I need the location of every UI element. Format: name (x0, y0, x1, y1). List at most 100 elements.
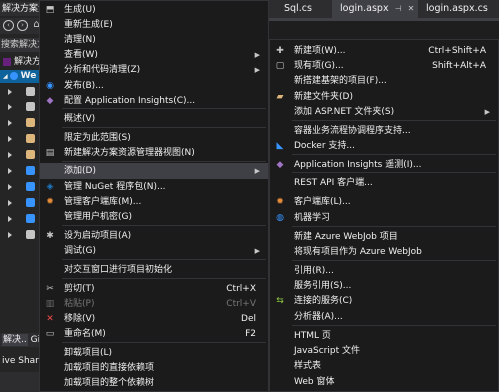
docker-icon: ◣ (276, 141, 284, 151)
menu-item-管理-nuget-程序包[interactable]: ◈ 管理 NuGet 程序包(N)... (40, 179, 268, 195)
tree-node[interactable] (8, 229, 42, 242)
tree-node[interactable] (8, 117, 42, 130)
menu-item-管理客户端库[interactable]: ✹ 管理客户端库(M)... (40, 194, 268, 210)
menu-item-容器业务流程协调程序支持[interactable]: 容器业务流程协调程序支持... (270, 123, 498, 139)
menu-item-发布[interactable]: ◉ 发布(B)... (40, 78, 268, 94)
menu-item-新建文件夹[interactable]: ▰ 新建文件夹(D) (270, 89, 498, 105)
menu-item-重新生成[interactable]: 重新生成(E) (40, 17, 268, 33)
tree-node[interactable] (8, 213, 42, 226)
menu-item-label: 设为启动项目(A) (64, 231, 132, 241)
tree-node[interactable] (8, 181, 42, 194)
tab-solution-explorer[interactable]: 解决.. (2, 334, 28, 346)
menu-item-label: 现有项(G)... (294, 61, 344, 71)
expand-icon[interactable] (8, 200, 12, 206)
menu-item-生成[interactable]: ⬒ 生成(U) (40, 2, 268, 18)
menu-separator (62, 278, 266, 279)
menu-item-新建解决方案资源管理器视图[interactable]: ▤ 新建解决方案资源管理器视图(N) (40, 145, 268, 161)
menu-item-剪切[interactable]: ✂ 剪切(T) Ctrl+X (40, 281, 268, 297)
menu-item-加载项目的直接依赖项[interactable]: 加载项目的直接依赖项 (40, 360, 268, 376)
menu-item-设为启动项目[interactable]: ✱ 设为启动项目(A) (40, 228, 268, 244)
menu-item-html-页[interactable]: HTML 页 (270, 328, 498, 344)
menu-item-rest-api-客户端[interactable]: REST API 客户端... (270, 175, 498, 191)
solution-node[interactable]: 解决方 (0, 56, 44, 69)
tab-sql-cs[interactable]: Sql.cs (276, 0, 312, 18)
menu-item-label: 新建 Azure WebJob 项目 (294, 232, 398, 242)
references-icon (26, 102, 35, 111)
menu-item-将现有项目作为-azure-webjob[interactable]: 将现有项目作为 Azure WebJob (270, 244, 498, 260)
expand-icon[interactable] (8, 232, 12, 238)
menu-item-移除[interactable]: ✕ 移除(V) Del (40, 311, 268, 327)
menu-item-引用[interactable]: 引用(R)... (270, 263, 498, 279)
tree-node[interactable] (8, 101, 42, 114)
menu-item-查看[interactable]: 查看(W) ▶ (40, 47, 268, 63)
menu-item-javascript-文件[interactable]: JavaScript 文件 (270, 343, 498, 359)
menu-item-label: Web 窗体 (294, 377, 335, 387)
project-node-selected[interactable]: ◢ We (0, 70, 44, 83)
pin-icon[interactable]: ⊣ (395, 4, 402, 13)
menu-item-label: 管理 NuGet 程序包(N)... (64, 182, 166, 192)
menu-item-对交互窗口进行项目初始化[interactable]: 对交互窗口进行项目初始化 (40, 262, 268, 278)
expand-icon[interactable] (8, 216, 12, 222)
menu-separator (62, 259, 266, 260)
solution-search-input[interactable]: 搜索解决方 (0, 38, 44, 52)
menu-item-添加[interactable]: 添加(D) ▶ (40, 163, 268, 179)
menu-item-现有项[interactable]: ▢ 现有项(G)... Shift+Alt+A (270, 58, 498, 74)
menu-item-连接的服务[interactable]: ⇆ 连接的服务(C) (270, 293, 498, 309)
menu-item-样式表[interactable]: 样式表 (270, 358, 498, 374)
menu-item-重命名[interactable]: ▭ 重命名(M) F2 (40, 326, 268, 342)
menu-item-docker-支持[interactable]: ◣ Docker 支持... (270, 138, 498, 154)
tab-login-aspx[interactable]: login.aspx ⊣ ✕ (332, 0, 418, 18)
menu-item-label: 服务引用(S)... (294, 281, 352, 291)
menu-item-粘贴[interactable]: ▥ 粘贴(P) Ctrl+V (40, 296, 268, 312)
menu-item-加载项目的整个依赖树[interactable]: 加载项目的整个依赖树 (40, 375, 268, 391)
expand-icon[interactable] (8, 168, 12, 174)
menu-item-application-insights-遥测[interactable]: ◆ Application Insights 遥测(I)... (270, 157, 498, 173)
submenu-arrow-icon: ▶ (254, 66, 260, 74)
menu-item-服务引用[interactable]: 服务引用(S)... (270, 278, 498, 294)
tree-node[interactable] (8, 86, 42, 99)
menu-item-概述[interactable]: 概述(V) (40, 111, 268, 127)
tree-node[interactable] (8, 133, 42, 146)
back-icon[interactable]: ‹ (3, 20, 14, 31)
menu-item-label: 新建项(W)... (294, 46, 346, 56)
tab-login-aspx-cs[interactable]: login.aspx.cs (418, 0, 488, 18)
expand-icon[interactable] (8, 184, 12, 190)
expand-icon[interactable] (8, 136, 12, 142)
menu-item-shortcut: Shift+Alt+A (432, 61, 486, 71)
menu-item-label: HTML 页 (294, 331, 331, 341)
menu-item-新建项[interactable]: ✚ 新建项(W)... Ctrl+Shift+A (270, 43, 498, 59)
menu-item-限定为此范围[interactable]: 限定为此范围(S) (40, 130, 268, 146)
menu-item-web-窗体[interactable]: Web 窗体 (270, 374, 498, 390)
expand-icon[interactable] (8, 152, 12, 158)
tree-node[interactable] (8, 197, 42, 210)
expand-icon[interactable] (8, 104, 12, 110)
web-project-icon (9, 71, 18, 80)
expand-icon[interactable] (8, 89, 12, 95)
menu-item-添加-asp-net-文件夹[interactable]: 添加 ASP.NET 文件夹(S) ▶ (270, 104, 498, 120)
menu-item-分析器[interactable]: 分析器(A)... (270, 309, 498, 325)
remove-icon: ✕ (46, 314, 54, 324)
folder-icon (26, 118, 35, 127)
menu-item-新建-azure-webjob-项目[interactable]: 新建 Azure WebJob 项目 (270, 229, 498, 245)
menu-item-label: 粘贴(P) (64, 299, 95, 309)
menu-separator (62, 342, 266, 343)
menu-item-shortcut: Ctrl+V (226, 299, 256, 309)
tree-node[interactable] (8, 165, 42, 178)
live-share-label[interactable]: ive Share (0, 354, 44, 368)
expand-icon[interactable] (8, 120, 12, 126)
forward-icon[interactable]: › (17, 20, 28, 31)
menu-item-清理[interactable]: 清理(N) (40, 32, 268, 48)
menu-item-调试[interactable]: 调试(G) ▶ (40, 243, 268, 259)
close-icon[interactable]: ✕ (408, 4, 415, 13)
menu-item-label: JavaScript 文件 (294, 346, 360, 356)
solution-label: 解决方 (14, 57, 42, 67)
menu-item-新搭建基架的项目[interactable]: 新搭建基架的项目(F)... (270, 73, 498, 89)
menu-item-卸载项目[interactable]: 卸载项目(L) (40, 345, 268, 361)
menu-item-配置-application-insights[interactable]: ◆ 配置 Application Insights(C)... (40, 93, 268, 109)
menu-item-客户端库[interactable]: ✹ 客户端库(L)... (270, 194, 498, 210)
menu-item-分析和代码清理[interactable]: 分析和代码清理(Z) ▶ (40, 62, 268, 78)
tree-node[interactable] (8, 149, 42, 162)
menu-item-label: 管理用户机密(G) (64, 212, 132, 222)
menu-item-机器学习[interactable]: ◍ 机器学习 (270, 210, 498, 226)
menu-item-管理用户机密[interactable]: 管理用户机密(G) (40, 209, 268, 225)
